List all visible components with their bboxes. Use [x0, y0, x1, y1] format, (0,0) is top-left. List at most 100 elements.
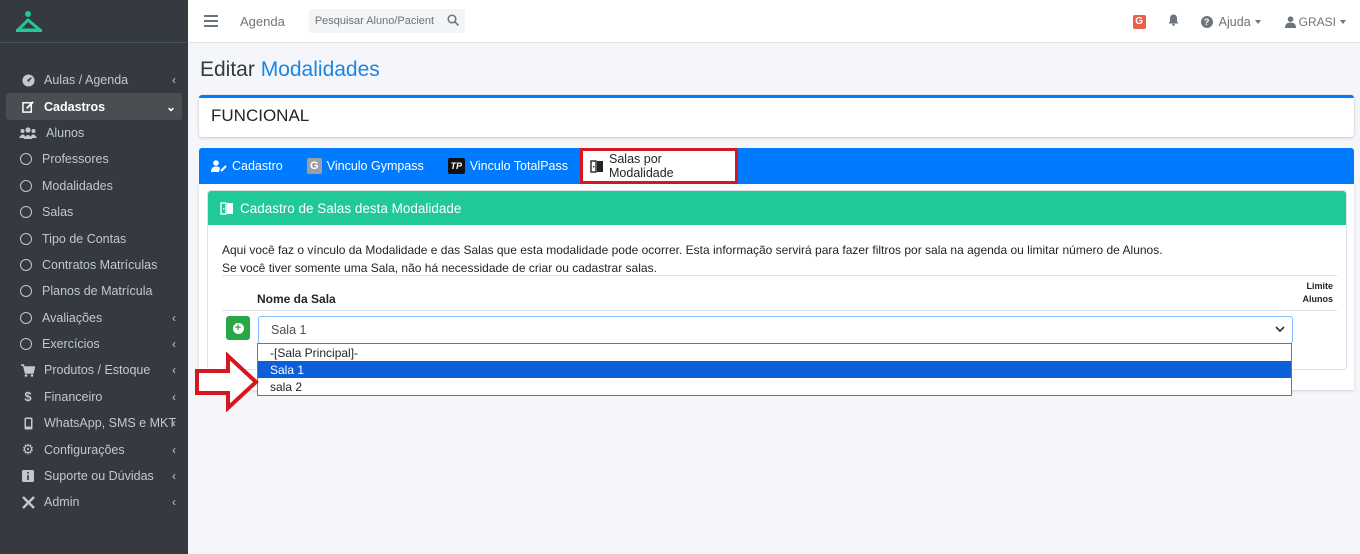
sidebar-item-whatsapp-sms-mkt[interactable]: WhatsApp, SMS e MKT ‹: [6, 410, 182, 436]
sidebar: Aulas / Agenda ‹ Cadastros ⌄ Alunos Prof…: [0, 0, 188, 554]
salas-card-header: Cadastro de Salas desta Modalidade: [208, 191, 1346, 225]
sidebar-item-suporte-duvidas[interactable]: Suporte ou Dúvidas ‹: [6, 463, 182, 489]
topbar-right: G ? Ajuda GRASI: [1132, 0, 1360, 43]
user-menu[interactable]: GRASI: [1284, 14, 1346, 29]
sidebar-item-salas[interactable]: Salas: [6, 199, 182, 225]
circle-icon: [18, 152, 34, 166]
sidebar-item-label: Suporte ou Dúvidas: [44, 469, 154, 484]
chevron-down-icon: [1274, 323, 1286, 338]
sidebar-item-label: Tipo de Contas: [42, 231, 127, 246]
sala-select[interactable]: Sala 1: [258, 316, 1293, 344]
edit-icon: [20, 100, 36, 114]
caret-down-icon: [1254, 19, 1261, 24]
sidebar-item-label: Aulas / Agenda: [44, 73, 129, 88]
sidebar-item-alunos[interactable]: Alunos: [6, 120, 182, 146]
add-sala-button[interactable]: +: [226, 316, 250, 340]
sidebar-item-label: Alunos: [46, 125, 85, 140]
search-placeholder: Pesquisar Aluno/Pacient: [314, 15, 435, 27]
circle-icon: [18, 258, 34, 272]
menu-toggle-icon[interactable]: [204, 15, 218, 27]
red-arrow-annotation-icon: [195, 352, 259, 412]
gear-icon: ⚙: [21, 441, 35, 458]
chevron-left-icon: ‹: [172, 442, 176, 457]
tab-vinculo-gympass[interactable]: G Vinculo Gympass: [295, 148, 436, 184]
sidebar-item-produtos-estoque[interactable]: Produtos / Estoque ‹: [6, 357, 182, 383]
circle-icon: [18, 232, 34, 246]
gympass-badge-icon[interactable]: G: [1132, 14, 1146, 29]
chevron-left-icon: ‹: [172, 310, 176, 325]
search-input[interactable]: Pesquisar Aluno/Pacient: [308, 9, 465, 33]
bell-icon[interactable]: [1168, 14, 1179, 29]
sidebar-item-financeiro[interactable]: $ Financeiro ‹: [6, 384, 182, 410]
sala-option[interactable]: sala 2: [258, 378, 1291, 395]
question-icon: ?: [1200, 15, 1213, 28]
brand-logo-area[interactable]: [0, 0, 188, 43]
agenda-link[interactable]: Agenda: [240, 14, 285, 29]
sidebar-item-label: Configurações: [44, 442, 125, 457]
dollar-icon: $: [24, 389, 32, 405]
column-header-limite-alunos: Limite Alunos: [1303, 280, 1334, 306]
search-icon[interactable]: [447, 14, 459, 29]
sidebar-item-planos-de-matricula[interactable]: Planos de Matrícula: [6, 278, 182, 304]
tab-label: Vinculo Gympass: [326, 159, 424, 173]
page-title: Editar Modalidades: [200, 58, 380, 82]
chevron-left-icon: ‹: [172, 337, 176, 352]
tab-vinculo-totalpass[interactable]: TP Vinculo TotalPass: [436, 148, 580, 184]
info-icon: [20, 469, 36, 483]
logo-icon: [16, 11, 42, 32]
tab-cadastro[interactable]: Cadastro: [199, 148, 295, 184]
circle-icon: [18, 284, 34, 298]
sidebar-item-contratos-matriculas[interactable]: Contratos Matrículas: [6, 252, 182, 278]
user-label: GRASI: [1298, 14, 1336, 29]
sidebar-item-label: Professores: [42, 152, 109, 167]
tab-salas-por-modalidade[interactable]: Salas por Modalidade: [580, 148, 738, 184]
sala-option-selected[interactable]: Sala 1: [258, 361, 1291, 378]
help-menu[interactable]: ? Ajuda: [1200, 15, 1261, 29]
sidebar-item-label: Admin: [44, 495, 80, 510]
circle-icon: [18, 311, 34, 325]
totalpass-icon: TP: [447, 158, 465, 174]
page-title-highlight: Modalidades: [260, 58, 380, 81]
dashboard-icon: [20, 73, 36, 87]
column-header-alunos: Alunos: [1302, 294, 1334, 304]
sidebar-item-label: Salas: [42, 205, 74, 220]
topbar: Agenda Pesquisar Aluno/Pacient G ? Ajuda…: [188, 0, 1360, 43]
circle-icon: [18, 205, 34, 219]
sidebar-item-aulas-agenda[interactable]: Aulas / Agenda ‹: [6, 67, 182, 93]
chevron-down-icon: ⌄: [165, 99, 176, 114]
sidebar-item-cadastros[interactable]: Cadastros ⌄: [6, 93, 182, 120]
sidebar-item-label: Financeiro: [44, 389, 103, 404]
user-edit-icon: [211, 160, 227, 172]
circle-icon: [18, 179, 34, 193]
page-title-prefix: Editar: [200, 58, 255, 81]
record-name-card: FUNCIONAL: [199, 95, 1354, 137]
user-icon: [1284, 15, 1296, 28]
door-icon: [590, 159, 604, 173]
sidebar-item-professores[interactable]: Professores: [6, 146, 182, 172]
sidebar-item-label: Produtos / Estoque: [44, 363, 151, 378]
chevron-left-icon: ‹: [172, 416, 176, 431]
column-header-limite: Limite: [1306, 281, 1333, 291]
sidebar-item-avaliacoes[interactable]: Avaliações ‹: [6, 305, 182, 331]
tools-icon: [20, 495, 36, 509]
sidebar-item-label: Exercícios: [42, 337, 100, 352]
sidebar-item-label: WhatsApp, SMS e MKT: [44, 416, 176, 431]
chevron-left-icon: ‹: [172, 73, 176, 88]
sidebar-item-configuracoes[interactable]: ⚙ Configurações ‹: [6, 436, 182, 462]
sidebar-item-label: Contratos Matrículas: [42, 257, 158, 272]
mobile-icon: [20, 416, 36, 430]
sidebar-item-modalidades[interactable]: Modalidades: [6, 173, 182, 199]
sidebar-item-tipo-de-contas[interactable]: Tipo de Contas: [6, 225, 182, 251]
users-icon: [18, 126, 38, 140]
table-header: Nome da Sala Limite Alunos: [222, 275, 1337, 311]
sidebar-item-exercicios[interactable]: Exercícios ‹: [6, 331, 182, 357]
record-name: FUNCIONAL: [211, 106, 310, 125]
sala-option[interactable]: -[Sala Principal]-: [258, 344, 1291, 361]
sala-select-dropdown: -[Sala Principal]- Sala 1 sala 2: [257, 343, 1292, 396]
sidebar-nav: Aulas / Agenda ‹ Cadastros ⌄ Alunos Prof…: [0, 43, 188, 516]
chevron-left-icon: ‹: [172, 389, 176, 404]
sidebar-item-label: Planos de Matrícula: [42, 284, 153, 299]
sidebar-item-label: Modalidades: [42, 178, 113, 193]
sidebar-item-label: Avaliações: [42, 310, 103, 325]
sidebar-item-admin[interactable]: Admin ‹: [6, 489, 182, 515]
